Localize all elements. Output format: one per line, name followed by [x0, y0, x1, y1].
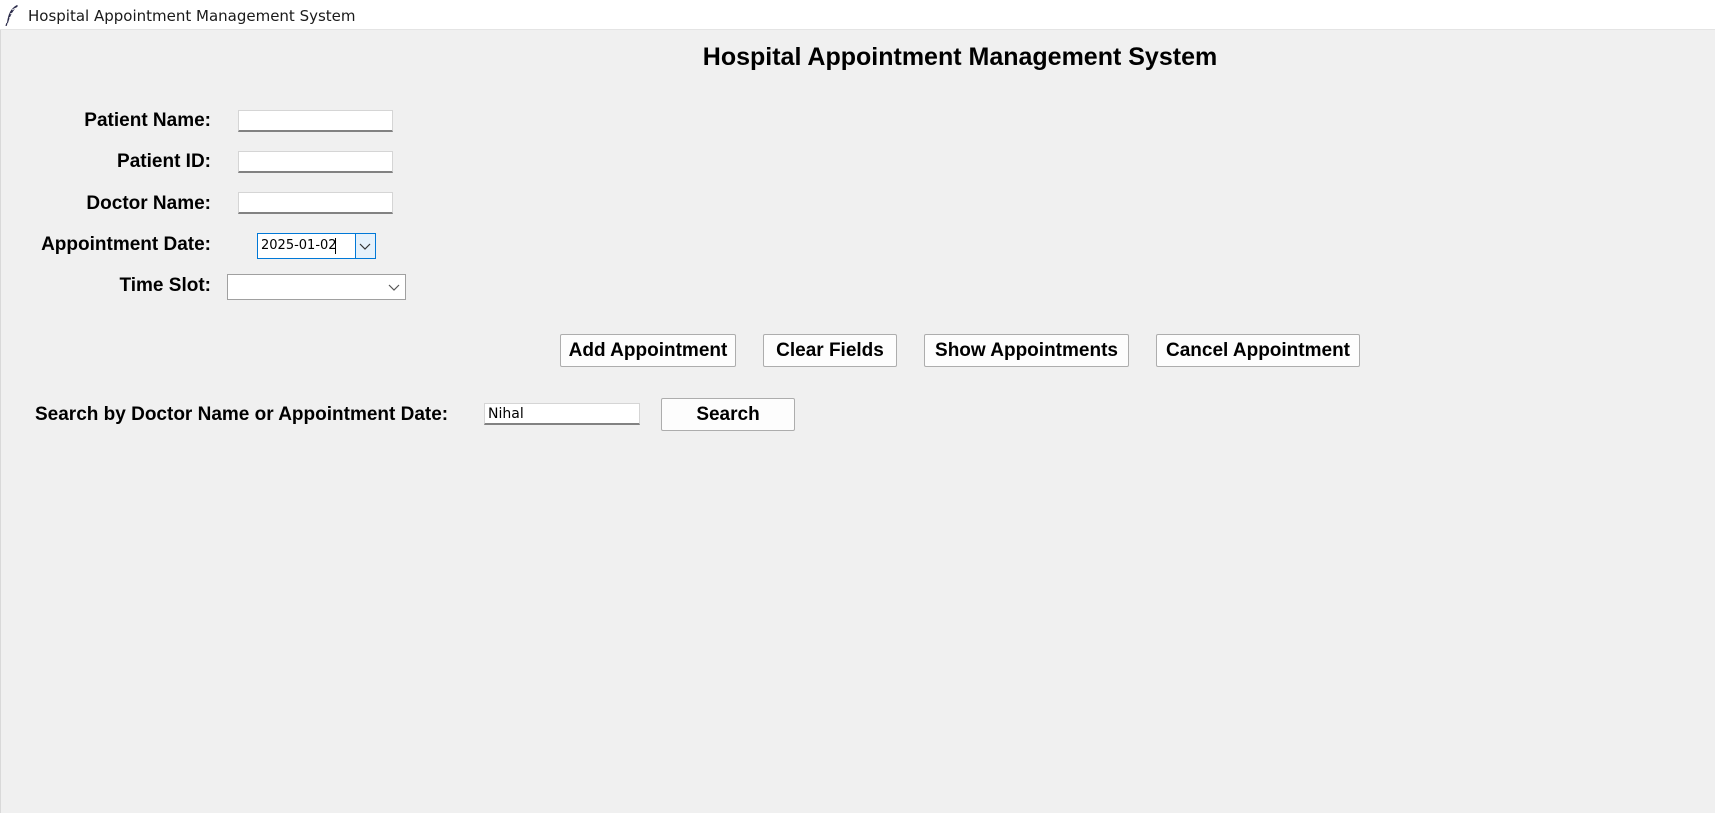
appointment-date-value[interactable]: 2025-01-02	[261, 238, 337, 253]
appointment-date-picker[interactable]: 2025-01-02	[257, 233, 376, 259]
search-input[interactable]	[484, 403, 640, 425]
add-appointment-button[interactable]: Add Appointment	[560, 334, 736, 367]
search-button[interactable]: Search	[661, 398, 795, 431]
chevron-down-icon	[359, 243, 371, 250]
time-slot-label: Time Slot:	[119, 275, 212, 296]
cancel-appointment-button[interactable]: Cancel Appointment	[1156, 334, 1360, 367]
patient-id-input[interactable]	[238, 151, 393, 173]
doctor-name-input[interactable]	[238, 192, 393, 214]
window-titlebar[interactable]: Hospital Appointment Management System	[0, 0, 1715, 30]
page-title: Hospital Appointment Management System	[702, 43, 1218, 71]
window-title: Hospital Appointment Management System	[28, 7, 356, 25]
patient-id-label: Patient ID:	[117, 151, 211, 172]
search-label: Search by Doctor Name or Appointment Dat…	[35, 404, 449, 425]
feather-icon	[5, 5, 18, 26]
patient-name-input[interactable]	[238, 110, 393, 132]
text-cursor	[335, 238, 336, 254]
chevron-down-icon	[388, 284, 400, 291]
date-dropdown-button[interactable]	[355, 234, 375, 258]
time-slot-select[interactable]	[227, 274, 406, 300]
patient-name-label: Patient Name:	[84, 110, 211, 131]
show-appointments-button[interactable]: Show Appointments	[924, 334, 1129, 367]
doctor-name-label: Doctor Name:	[86, 193, 211, 214]
appointment-date-label: Appointment Date:	[41, 234, 211, 255]
clear-fields-button[interactable]: Clear Fields	[763, 334, 897, 367]
